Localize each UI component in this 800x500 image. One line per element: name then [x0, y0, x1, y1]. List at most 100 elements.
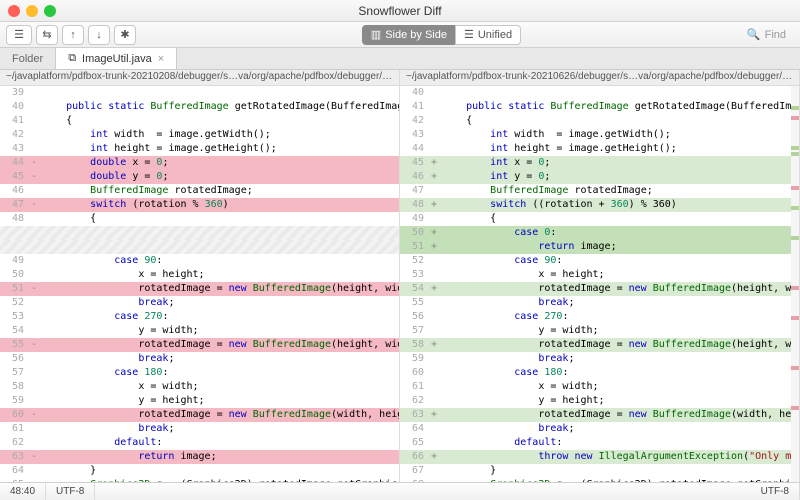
close-window-button[interactable] [8, 5, 20, 17]
code-text: Graphics2D g = (Graphics2D) rotatedImage… [40, 478, 399, 482]
search-icon: 🔍 [747, 28, 761, 41]
code-text: default: [40, 436, 162, 450]
code-row: 40 public static BufferedImage getRotate… [0, 100, 399, 114]
line-number: 48 [400, 198, 428, 212]
code-text: default: [440, 436, 562, 450]
sync-scroll-icon: ⇆ [42, 28, 51, 41]
code-text: y = height; [440, 394, 605, 408]
line-number: 56 [400, 310, 428, 324]
code-row: 42 { [400, 114, 799, 128]
code-row: 56 break; [0, 352, 399, 366]
code-text: { [40, 114, 72, 128]
code-row: 64 break; [400, 422, 799, 436]
diff-marker [428, 212, 440, 226]
tab-file[interactable]: ⧉ ImageUtil.java × [56, 48, 177, 69]
next-diff-button[interactable]: ↓ [88, 25, 110, 45]
diff-marker [428, 366, 440, 380]
code-row: 45- double y = 0; [0, 170, 399, 184]
diff-marker [428, 268, 440, 282]
side-by-side-button[interactable]: ▥Side by Side [362, 25, 455, 45]
code-row: 52 break; [0, 296, 399, 310]
code-text: y = height; [40, 394, 205, 408]
code-row: 50+ case 0: [400, 226, 799, 240]
code-text: rotatedImage = new BufferedImage(height,… [40, 338, 399, 352]
code-text: x = height; [440, 268, 605, 282]
diff-marker: + [428, 226, 440, 240]
diff-marker: + [428, 338, 440, 352]
line-number [0, 226, 28, 240]
line-number: 57 [400, 324, 428, 338]
find-button[interactable]: 🔍Find [747, 28, 794, 41]
code-text: { [40, 212, 96, 226]
code-text: case 270: [40, 310, 168, 324]
right-pane[interactable]: 4041 public static BufferedImage getRota… [400, 86, 800, 482]
code-row: 59 y = height; [0, 394, 399, 408]
code-row: 40 [400, 86, 799, 100]
code-row: 57 case 180: [0, 366, 399, 380]
right-file-path: ~/javaplatform/pdfbox-trunk-20210626/deb… [400, 70, 800, 85]
diff-marker [28, 128, 40, 142]
line-number: 63 [0, 450, 28, 464]
code-text: { [440, 114, 472, 128]
sidebar-toggle-button[interactable]: ☰ [6, 25, 32, 45]
diff-marker [28, 212, 40, 226]
line-number: 43 [0, 142, 28, 156]
line-number: 53 [400, 268, 428, 282]
code-text: break; [40, 352, 174, 366]
cursor-position: 48:40 [0, 483, 46, 500]
sync-scroll-button[interactable]: ⇆ [36, 25, 58, 45]
diff-marker [28, 394, 40, 408]
diff-marker: - [28, 338, 40, 352]
java-file-icon: ⧉ [68, 52, 76, 65]
line-number: 63 [400, 408, 428, 422]
close-tab-icon[interactable]: × [158, 53, 164, 65]
zoom-window-button[interactable] [44, 5, 56, 17]
diff-marker [428, 380, 440, 394]
line-number: 61 [0, 422, 28, 436]
code-row: 68 Graphics2D g = (Graphics2D) rotatedIm… [400, 478, 799, 482]
right-encoding[interactable]: UTF-8 [751, 483, 800, 500]
tab-folder[interactable]: Folder [0, 48, 56, 69]
diff-marker [28, 310, 40, 324]
code-text: switch ((rotation + 360) % 360) [440, 198, 677, 212]
code-text: rotatedImage = new BufferedImage(height,… [440, 338, 799, 352]
minimize-window-button[interactable] [26, 5, 38, 17]
line-number: 50 [400, 226, 428, 240]
diff-marker [28, 184, 40, 198]
toolbar: ☰ ⇆ ↑ ↓ ✱ ▥Side by Side ☰Unified 🔍Find [0, 22, 800, 48]
code-text: return image; [40, 450, 217, 464]
options-button[interactable]: ✱ [114, 25, 136, 45]
code-row: 39 [0, 86, 399, 100]
unified-button[interactable]: ☰Unified [455, 25, 521, 45]
code-row: 43 int height = image.getHeight(); [0, 142, 399, 156]
line-number: 42 [0, 128, 28, 142]
columns-icon: ▥ [371, 28, 381, 41]
statusbar: 48:40 UTF-8 UTF-8 [0, 482, 800, 500]
left-encoding[interactable]: UTF-8 [46, 483, 95, 500]
code-row: 41 { [0, 114, 399, 128]
diff-marker [428, 478, 440, 482]
code-row: 42 int width = image.getWidth(); [0, 128, 399, 142]
prev-diff-button[interactable]: ↑ [62, 25, 84, 45]
diff-marker [428, 86, 440, 100]
code-row: 55- rotatedImage = new BufferedImage(hei… [0, 338, 399, 352]
code-text: public static BufferedImage getRotatedIm… [440, 100, 799, 114]
diff-marker [28, 366, 40, 380]
code-row: 65 Graphics2D g = (Graphics2D) rotatedIm… [0, 478, 399, 482]
titlebar: Snowflower Diff [0, 0, 800, 22]
line-number: 46 [400, 170, 428, 184]
code-text [40, 240, 42, 254]
code-text: { [440, 212, 496, 226]
diff-marker: + [428, 170, 440, 184]
diff-marker: + [428, 408, 440, 422]
minimap[interactable] [791, 86, 799, 482]
code-row: 57 y = width; [400, 324, 799, 338]
code-text: switch (rotation % 360) [40, 198, 229, 212]
left-pane[interactable]: 3940 public static BufferedImage getRota… [0, 86, 400, 482]
diff-marker [428, 142, 440, 156]
code-text [40, 226, 42, 240]
code-row: 44- double x = 0; [0, 156, 399, 170]
code-text: rotatedImage = new BufferedImage(height,… [40, 282, 399, 296]
diff-marker [28, 352, 40, 366]
diff-marker [428, 296, 440, 310]
